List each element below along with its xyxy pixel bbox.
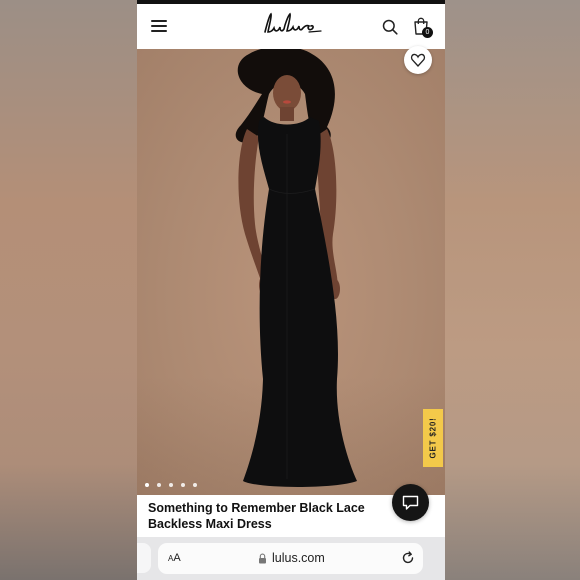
promo-label: GET $20! [428,417,438,459]
cart-count-badge: 0 [422,27,433,38]
url-text[interactable]: lulus.com [272,543,325,574]
carousel-dot[interactable] [193,483,197,487]
lulus-logo-icon [264,12,322,33]
search-icon[interactable] [382,19,398,35]
browser-address-bar: AA lulus.com [137,537,445,580]
phone-screen: 0 GET $20! Something to Remember Black L… [137,0,445,580]
image-carousel-dots [145,483,197,489]
text-size-button[interactable]: AA [168,543,181,574]
carousel-dot[interactable] [145,483,149,487]
chat-bubble-icon [402,495,419,510]
blurred-backdrop-left [0,0,137,580]
app-header: 0 [137,4,445,49]
product-title-line-1: Something to Remember Black Lace [148,501,365,515]
previous-tab[interactable] [137,543,151,573]
chat-button[interactable] [392,484,429,521]
brand-logo[interactable] [257,10,327,40]
heart-icon [410,53,426,67]
model-in-black-dress-illustration [235,49,357,487]
promo-tab[interactable]: GET $20! [423,409,443,467]
text-size-large-a: A [173,552,181,564]
product-image[interactable] [137,46,445,495]
url-field[interactable]: AA lulus.com [158,543,423,574]
reload-icon[interactable] [401,551,415,565]
carousel-dot[interactable] [169,483,173,487]
product-title-line-2: Backless Maxi Dress [148,517,272,531]
product-title: Something to Remember Black Lace Backles… [148,500,388,532]
menu-icon[interactable] [151,20,167,32]
lock-icon [259,553,266,564]
carousel-dot[interactable] [157,483,161,487]
carousel-dot[interactable] [181,483,185,487]
wishlist-button[interactable] [404,46,432,74]
blurred-backdrop-right [445,0,580,580]
